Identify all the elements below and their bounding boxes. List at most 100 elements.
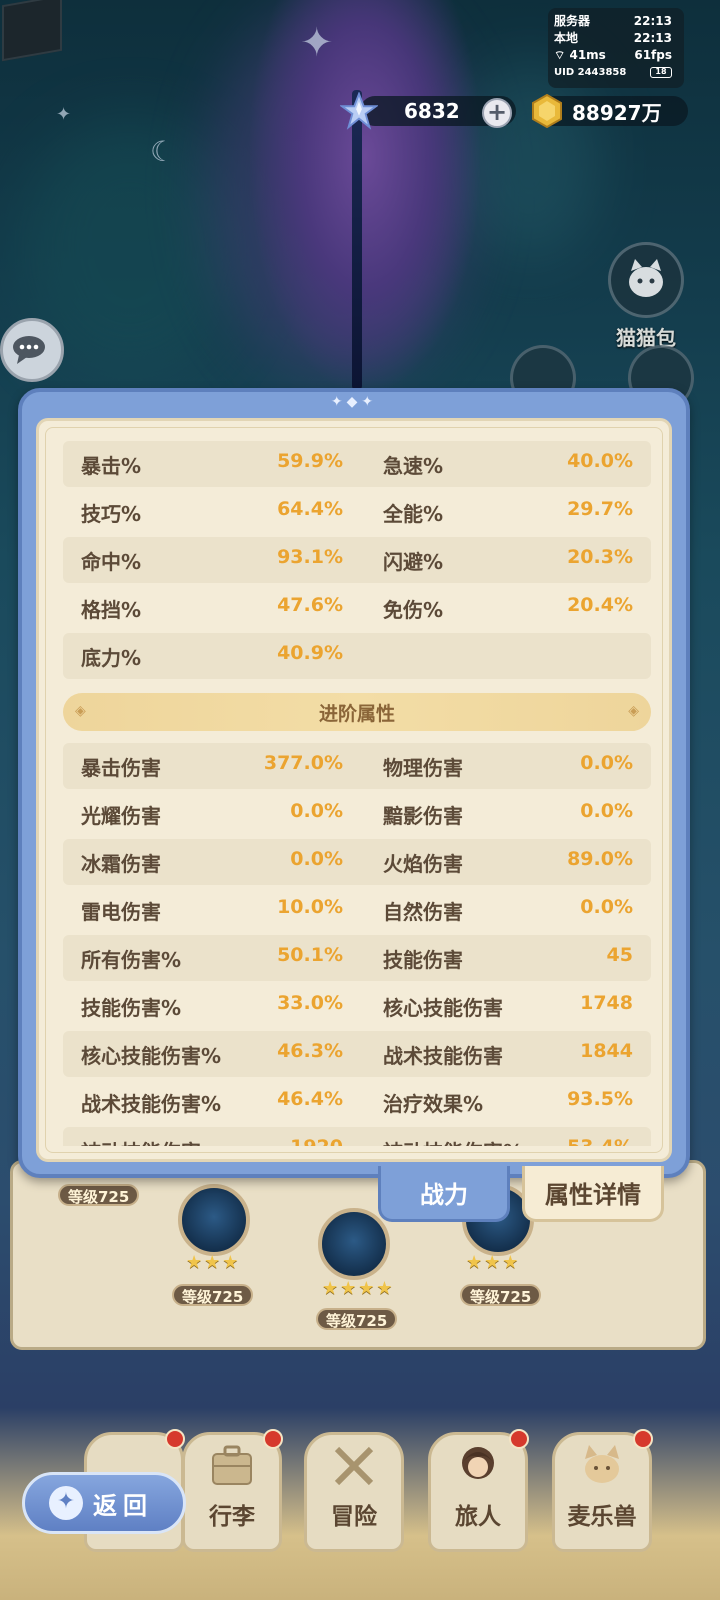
attribute-cell: 雷电伤害 10.0%: [63, 896, 357, 925]
attribute-cell: 暴击伤害 377.0%: [63, 752, 357, 781]
diamond-ornament-icon: ◈: [628, 703, 639, 719]
nav-label: 冒险: [331, 1504, 377, 1530]
modal-ornament-icon: ✦◆✦: [330, 394, 378, 410]
attribute-value: 40.9%: [277, 641, 343, 664]
attribute-cell: 冰霜伤害 0.0%: [63, 848, 357, 877]
attribute-value: 47.6%: [277, 593, 343, 616]
attribute-name: 命中%: [81, 549, 142, 574]
notification-dot: [509, 1429, 529, 1449]
star-decoration-icon: ✦: [300, 20, 334, 66]
attribute-value: 1920: [290, 1136, 343, 1147]
attribute-row: 战术技能伤害% 46.4% 治疗效果% 93.5%: [63, 1079, 651, 1125]
attribute-value: 46.4%: [277, 1087, 343, 1110]
gold-amount: 88927万: [572, 100, 662, 125]
back-button[interactable]: ✦ 返回: [22, 1472, 186, 1534]
scene-cube: [2, 0, 62, 62]
wifi-icon: ⌔: [554, 48, 566, 62]
level-badge: 等级725: [58, 1184, 140, 1206]
attribute-cell: 核心技能伤害% 46.3%: [63, 1040, 357, 1069]
attribute-name: 战术技能伤害%: [81, 1091, 222, 1116]
fox-pet-icon: [585, 1445, 619, 1483]
nav-item-traveler[interactable]: 旅人: [428, 1429, 529, 1552]
attribute-row: 格挡% 47.6% 免伤% 20.4%: [63, 585, 651, 631]
attribute-name: 火焰伤害: [383, 851, 463, 876]
attribute-value: 0.0%: [290, 847, 343, 870]
skill-avatar[interactable]: [318, 1208, 390, 1280]
attribute-scroll-area[interactable]: 暴击% 59.9% 急速% 40.0% 技巧% 64.4% 全能% 29.7% 命中% 93.1%…: [63, 441, 651, 1146]
section-title: 进阶属性: [318, 702, 395, 725]
attribute-cell: 黯影伤害 0.0%: [357, 800, 651, 829]
attribute-name: 技巧%: [81, 501, 142, 526]
gem-amount: 6832: [404, 99, 460, 123]
nav-item-luggage[interactable]: 行李: [182, 1429, 283, 1552]
gold-coin-icon: [532, 94, 562, 128]
attribute-cell: 技能伤害 45: [357, 944, 651, 973]
crossed-swords-icon: [334, 1446, 374, 1486]
cat-bag-label: 猫猫包: [616, 326, 676, 350]
level-badge: 等级725: [460, 1284, 542, 1306]
attribute-cell: 命中% 93.1%: [63, 546, 357, 575]
luggage-icon: [212, 1445, 252, 1485]
skill-avatar[interactable]: [178, 1184, 250, 1256]
attribute-value: 0.0%: [290, 799, 343, 822]
attribute-value: 89.0%: [567, 847, 633, 870]
attribute-name: 黯影伤害: [383, 803, 463, 828]
attribute-value: 0.0%: [580, 751, 633, 774]
nav-label: 麦乐兽: [567, 1504, 637, 1530]
attribute-row: 雷电伤害 10.0% 自然伤害 0.0%: [63, 887, 651, 933]
sparkle-icon: ✦: [56, 104, 72, 125]
attribute-name: 战术技能伤害: [383, 1043, 503, 1068]
attribute-name: 暴击伤害: [81, 755, 161, 780]
character-staff: [352, 90, 362, 390]
ping-value: 41ms: [569, 48, 606, 62]
tab-power[interactable]: 战力: [378, 1166, 510, 1222]
server-time: 22:13: [633, 14, 672, 28]
attribute-name: 格挡%: [81, 597, 142, 622]
attribute-row: 核心技能伤害% 46.3% 战术技能伤害 1844: [63, 1031, 651, 1077]
traveler-portrait-icon: [462, 1447, 494, 1479]
attribute-row: 命中% 93.1% 闪避% 20.3%: [63, 537, 651, 583]
star-rating: ★★★: [466, 1252, 521, 1273]
star-gem-icon: [340, 92, 378, 130]
back-arrow-icon: ✦: [49, 1486, 83, 1520]
attribute-value: 1844: [580, 1039, 633, 1062]
attribute-name: 全能%: [383, 501, 444, 526]
notification-dot: [263, 1429, 283, 1449]
nav-item-pet[interactable]: 麦乐兽: [552, 1429, 653, 1552]
attribute-detail-modal: ✦◆✦ 暴击% 59.9% 急速% 40.0% 技巧% 64.4% 全能% 29.7% 命中% 9…: [18, 388, 690, 1178]
chat-button[interactable]: [0, 318, 64, 382]
attribute-value: 377.0%: [263, 751, 343, 774]
tab-attribute-detail[interactable]: 属性详情: [522, 1166, 664, 1222]
attribute-value: 50.1%: [277, 943, 343, 966]
level-badge: 等级725: [172, 1284, 254, 1306]
character-figure: [250, 0, 480, 390]
diamond-ornament-icon: ◈: [75, 703, 86, 719]
chat-bubble-icon: [13, 336, 45, 364]
attribute-cell: 技能伤害% 33.0%: [63, 992, 357, 1021]
attribute-cell: 技巧% 64.4%: [63, 498, 357, 527]
cat-bag-button[interactable]: 猫猫包: [600, 242, 692, 352]
attribute-list-container[interactable]: 暴击% 59.9% 急速% 40.0% 技巧% 64.4% 全能% 29.7% 命中% 93.1%…: [36, 418, 672, 1162]
notification-dot: [633, 1429, 653, 1449]
attribute-cell: 免伤% 20.4%: [357, 594, 651, 623]
cat-bag-icon-wrap: [608, 242, 684, 318]
attribute-cell: 核心技能伤害 1748: [357, 992, 651, 1021]
attribute-name: 核心技能伤害%: [81, 1043, 222, 1068]
cat-icon: [629, 259, 663, 297]
attribute-value: 59.9%: [277, 449, 343, 472]
add-gems-button[interactable]: +: [482, 98, 512, 128]
attribute-cell: 被动技能伤害% 53.4%: [357, 1136, 651, 1147]
attribute-value: 10.0%: [277, 895, 343, 918]
nav-item-adventure[interactable]: 冒险: [304, 1432, 404, 1552]
attribute-name: 技能伤害: [383, 947, 463, 972]
moon-decoration-icon: ☾: [150, 135, 176, 168]
attribute-value: 40.0%: [567, 449, 633, 472]
attribute-cell: 被动技能伤害 1920: [63, 1136, 357, 1147]
attribute-cell: 格挡% 47.6%: [63, 594, 357, 623]
attribute-cell: 火焰伤害 89.0%: [357, 848, 651, 877]
attribute-value: 29.7%: [567, 497, 633, 520]
attribute-row: 技能伤害% 33.0% 核心技能伤害 1748: [63, 983, 651, 1029]
attribute-row: 暴击伤害 377.0% 物理伤害 0.0%: [63, 743, 651, 789]
attribute-value: 1748: [580, 991, 633, 1014]
attribute-cell: 闪避% 20.3%: [357, 546, 651, 575]
